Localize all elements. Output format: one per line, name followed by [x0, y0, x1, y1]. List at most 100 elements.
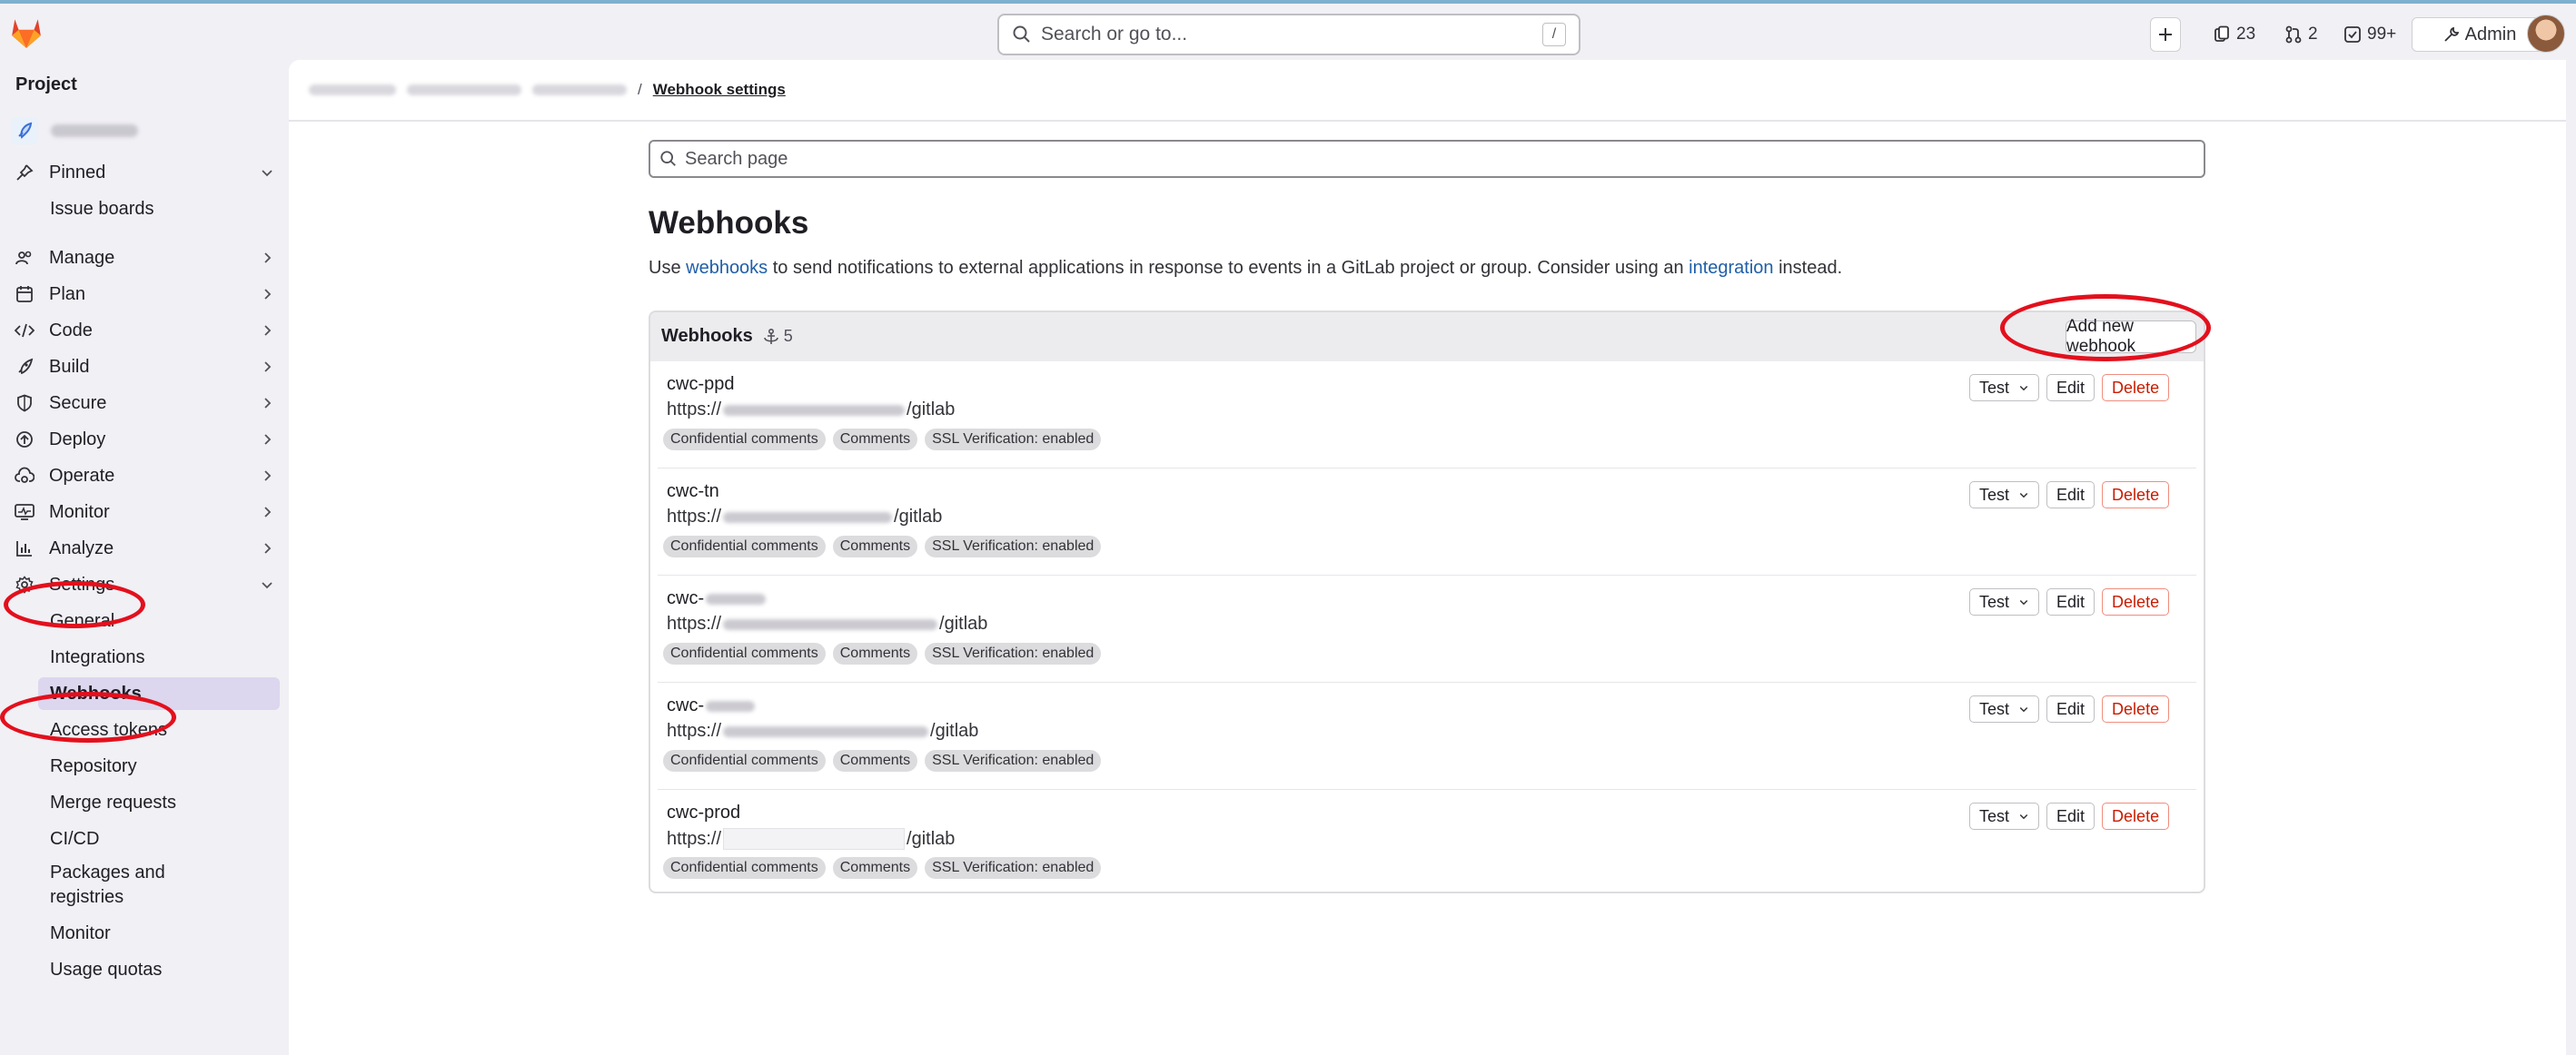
- chevron-right-icon: [264, 470, 272, 481]
- add-new-webhook-button[interactable]: Add new webhook: [2066, 317, 2196, 356]
- code-icon: [15, 320, 35, 340]
- chevron-right-icon: [264, 361, 272, 372]
- webhook-actions: Test Edit Delete: [1969, 481, 2170, 508]
- sidebar-item-manage[interactable]: Manage: [11, 242, 280, 274]
- badge: Confidential comments: [663, 429, 826, 450]
- sidebar-item-merge-requests[interactable]: Merge requests: [38, 786, 280, 819]
- sidebar-item-code[interactable]: Code: [11, 314, 280, 347]
- breadcrumb-separator: /: [638, 81, 642, 98]
- sidebar-item-settings[interactable]: Settings: [11, 568, 280, 601]
- sidebar-item-secure[interactable]: Secure: [11, 387, 280, 419]
- page-title: Webhooks: [649, 205, 809, 241]
- sidebar-item-operate[interactable]: Operate: [11, 459, 280, 492]
- webhook-name: cwc-prod: [667, 803, 741, 823]
- plus-icon: [2159, 28, 2172, 41]
- breadcrumb-item-redacted[interactable]: [407, 84, 521, 95]
- sidebar-item-integrations[interactable]: Integrations: [38, 641, 280, 674]
- desc-text: to send notifications to external applic…: [768, 258, 1689, 278]
- sidebar-label: Analyze: [49, 537, 114, 558]
- sidebar-item-access-tokens[interactable]: Access tokens: [38, 714, 280, 746]
- chart-icon: [15, 538, 35, 558]
- chevron-right-icon: [264, 252, 272, 263]
- assigned-issues-button[interactable]: 23: [2213, 17, 2255, 52]
- sidebar-item-deploy[interactable]: Deploy: [11, 423, 280, 456]
- badge: SSL Verification: enabled: [925, 643, 1102, 665]
- create-new-button[interactable]: [2150, 17, 2181, 52]
- chevron-right-icon: [264, 325, 272, 336]
- webhook-actions: Test Edit Delete: [1969, 695, 2170, 723]
- webhook-name-text: cwc-: [667, 695, 705, 715]
- delete-button[interactable]: Delete: [2102, 803, 2170, 830]
- test-label: Test: [1979, 806, 2010, 825]
- sidebar-item-issue-boards[interactable]: Issue boards: [38, 192, 280, 225]
- url-redacted: [723, 725, 929, 737]
- name-redacted: [706, 593, 767, 605]
- sidebar-heading: Project: [15, 74, 77, 94]
- todo-list-button[interactable]: 99+: [2343, 17, 2396, 52]
- edit-button[interactable]: Edit: [2046, 374, 2095, 401]
- test-dropdown-button[interactable]: Test: [1969, 588, 2040, 616]
- wrench-icon: [2444, 26, 2459, 42]
- name-redacted: [706, 700, 756, 712]
- sidebar-item-general[interactable]: General: [38, 605, 280, 637]
- global-search-input[interactable]: Search or go to... /: [997, 14, 1580, 55]
- webhooks-card: Webhooks 5 Add new webhook cwc-ppd https…: [649, 311, 2205, 893]
- webhook-badges: Confidential comments Comments SSL Verif…: [663, 536, 1102, 557]
- project-rocket-icon: [11, 117, 38, 144]
- edit-button[interactable]: Edit: [2046, 803, 2095, 830]
- gear-icon: [15, 575, 35, 595]
- sidebar-item-build[interactable]: Build: [11, 350, 280, 383]
- sidebar-item-repository[interactable]: Repository: [38, 750, 280, 783]
- sidebar-item-ci-cd[interactable]: CI/CD: [38, 823, 280, 855]
- sidebar-item-plan[interactable]: Plan: [11, 278, 280, 311]
- page-description: Use webhooks to send notifications to ex…: [649, 258, 1842, 279]
- edit-button[interactable]: Edit: [2046, 481, 2095, 508]
- test-dropdown-button[interactable]: Test: [1969, 374, 2040, 401]
- url-redacted: [723, 618, 938, 630]
- test-dropdown-button[interactable]: Test: [1969, 803, 2040, 830]
- breadcrumb-item-redacted[interactable]: [532, 84, 627, 95]
- page-search-input[interactable]: Search page: [649, 140, 2205, 178]
- sidebar-item-packages-registries[interactable]: Packages and registries: [38, 859, 193, 912]
- merge-requests-button[interactable]: 2: [2284, 17, 2318, 52]
- delete-button[interactable]: Delete: [2102, 588, 2170, 616]
- gitlab-logo-icon[interactable]: [9, 16, 44, 49]
- sidebar-label: Plan: [49, 283, 86, 304]
- delete-button[interactable]: Delete: [2102, 374, 2170, 401]
- test-label: Test: [1979, 592, 2010, 611]
- url-suffix: /gitlab: [907, 828, 956, 849]
- webhook-row: cwc- https:// /gitlab Confidential commen…: [650, 576, 2204, 683]
- url-redacted: [723, 828, 906, 850]
- sidebar-item-analyze[interactable]: Analyze: [11, 532, 280, 565]
- user-avatar[interactable]: [2527, 15, 2565, 53]
- test-label: Test: [1979, 378, 2010, 397]
- webhook-row: cwc- https:// /gitlab Confidential commen…: [650, 683, 2204, 790]
- sidebar-item-usage-quotas[interactable]: Usage quotas: [38, 953, 280, 986]
- badge: Comments: [832, 536, 918, 557]
- url-suffix: /gitlab: [894, 507, 943, 527]
- webhooks-docs-link[interactable]: webhooks: [686, 258, 768, 278]
- global-search-placeholder: Search or go to...: [1041, 24, 1188, 44]
- test-dropdown-button[interactable]: Test: [1969, 695, 2040, 723]
- project-switcher[interactable]: [11, 116, 138, 145]
- sidebar-label: Deploy: [49, 429, 106, 449]
- desc-text: Use: [649, 258, 687, 278]
- sidebar-item-monitor[interactable]: Monitor: [11, 496, 280, 528]
- sidebar-item-pinned[interactable]: Pinned: [11, 156, 280, 189]
- chevron-down-icon: [2019, 492, 2028, 498]
- url-redacted: [723, 404, 906, 416]
- edit-button[interactable]: Edit: [2046, 695, 2095, 723]
- delete-button[interactable]: Delete: [2102, 481, 2170, 508]
- shield-icon: [15, 393, 35, 413]
- breadcrumb-item-redacted[interactable]: [309, 84, 396, 95]
- todo-count: 99+: [2367, 25, 2397, 44]
- integration-link[interactable]: integration: [1689, 258, 1773, 278]
- delete-button[interactable]: Delete: [2102, 695, 2170, 723]
- chevron-right-icon: [264, 507, 272, 518]
- edit-button[interactable]: Edit: [2046, 588, 2095, 616]
- webhooks-card-header: Webhooks 5 Add new webhook: [650, 312, 2204, 361]
- breadcrumb-current[interactable]: Webhook settings: [653, 81, 786, 99]
- test-dropdown-button[interactable]: Test: [1969, 481, 2040, 508]
- sidebar-item-webhooks[interactable]: Webhooks: [38, 677, 280, 710]
- sidebar-item-monitor-settings[interactable]: Monitor: [38, 917, 280, 950]
